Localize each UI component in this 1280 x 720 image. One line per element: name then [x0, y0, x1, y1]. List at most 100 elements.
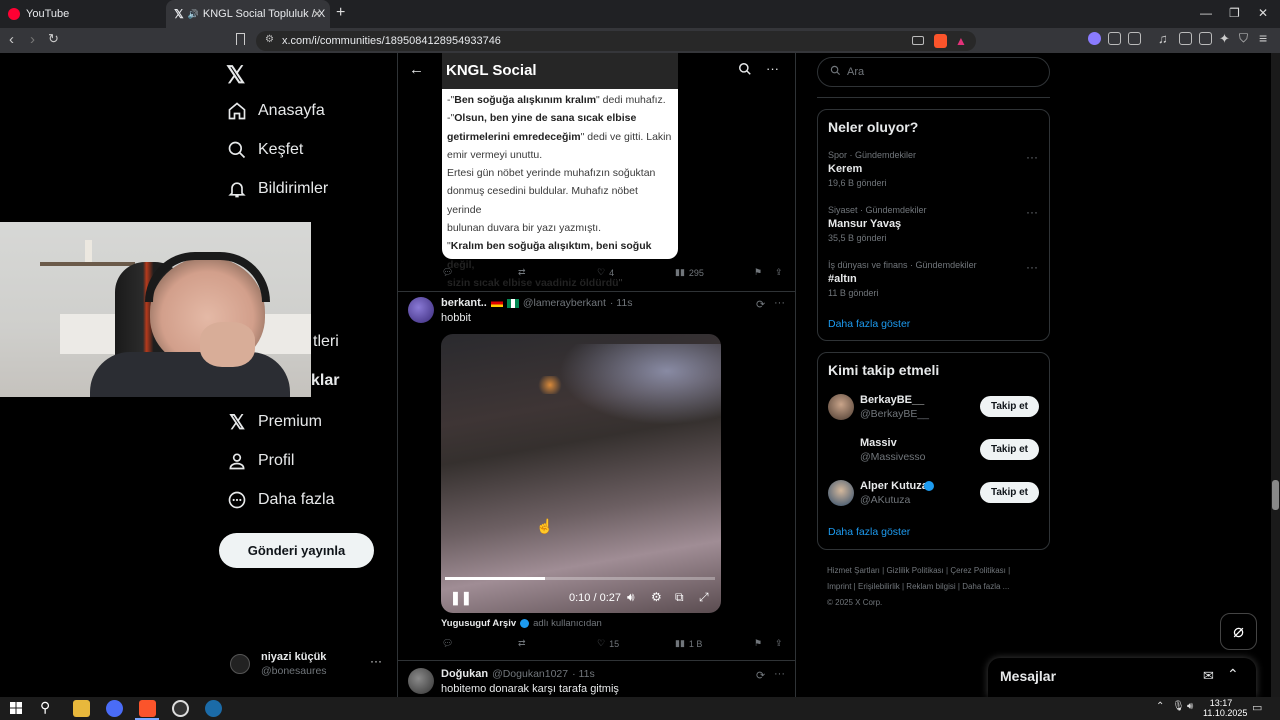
account-switcher[interactable]: niyazi küçük @bonesaures ···: [226, 648, 386, 680]
grok-button-icon[interactable]: ⌀: [1220, 613, 1257, 650]
close-tab-icon[interactable]: ✕: [312, 7, 322, 21]
like-button[interactable]: ♡ 4: [597, 267, 614, 278]
minimize-button[interactable]: —: [1200, 6, 1212, 20]
tab-youtube[interactable]: YouTube: [0, 0, 165, 28]
author-name[interactable]: Doğukan: [441, 668, 488, 680]
post-button[interactable]: Gönderi yayınla: [219, 533, 374, 568]
cast-icon[interactable]: [912, 36, 924, 45]
search-icon[interactable]: [738, 62, 752, 81]
more-icon[interactable]: ···: [774, 297, 785, 309]
back-icon[interactable]: ‹: [9, 31, 14, 48]
notifications-icon[interactable]: ▭: [1252, 701, 1262, 714]
reply-icon[interactable]: 💬︎: [442, 638, 453, 649]
nav-premium[interactable]: 𝕏 Premium: [226, 411, 322, 434]
picture-in-picture-icon[interactable]: ⧉: [675, 590, 684, 605]
search-box[interactable]: Ara: [817, 57, 1050, 87]
tray-chevron-icon[interactable]: ⌃: [1156, 701, 1164, 712]
trend-item[interactable]: Siyaset · Gündemdekiler Mansur Yavaş 35,…: [828, 205, 1040, 243]
video-player[interactable]: ❚❚ 0:10 / 0:27 🔊︎ ⚙ ⧉ ⤢: [441, 334, 721, 613]
trend-item[interactable]: İş dünyası ve finans · Gündemdekiler #al…: [828, 260, 1040, 298]
nav-lists-partial[interactable]: tleri: [313, 333, 339, 351]
author-handle[interactable]: @Dogukan1027: [492, 668, 568, 680]
tab-x-community[interactable]: 𝕏 🔊 KNGL Social Topluluk / X ✕: [166, 0, 330, 28]
new-message-icon[interactable]: ✉: [1203, 668, 1214, 684]
clock-date[interactable]: 11.10.2025: [1203, 708, 1247, 718]
nav-home[interactable]: Anasayfa: [226, 100, 325, 122]
avatar[interactable]: [408, 297, 434, 323]
nav-explore[interactable]: Keşfet: [226, 139, 303, 161]
address-bar[interactable]: ⚙ x.com/i/communities/189508412895493374…: [256, 31, 976, 51]
more-icon[interactable]: ···: [774, 668, 785, 680]
footer-link[interactable]: Imprint: [827, 582, 851, 591]
extensions-icon[interactable]: [1108, 32, 1121, 45]
repost-icon[interactable]: ⇄: [518, 638, 526, 649]
clock-time[interactable]: 13:17: [1205, 698, 1237, 708]
reload-icon[interactable]: ↻: [48, 31, 59, 47]
extension-icon[interactable]: [1088, 32, 1101, 45]
video-progress-track[interactable]: [445, 577, 715, 580]
windows-start-icon[interactable]: [10, 702, 22, 714]
show-more-link[interactable]: Daha fazla göster: [828, 318, 910, 330]
screenshot-icon[interactable]: [1128, 32, 1141, 45]
grok-icon[interactable]: ⟳: [756, 669, 765, 682]
close-window-button[interactable]: ✕: [1258, 6, 1268, 20]
speaker-icon[interactable]: 🔊︎: [1187, 701, 1193, 712]
more-icon[interactable]: ···: [1026, 150, 1038, 164]
footer-link[interactable]: Daha fazla ...: [962, 582, 1009, 591]
wallet-icon[interactable]: [1199, 32, 1212, 45]
like-button[interactable]: ♡ 15: [597, 638, 619, 649]
repost-icon[interactable]: ⇄: [518, 267, 526, 278]
scrollbar-track[interactable]: [1271, 53, 1280, 697]
share-icon[interactable]: ⇪: [775, 267, 783, 278]
vpn-icon[interactable]: ⛉: [1239, 31, 1248, 46]
views-button[interactable]: ▮▮ 295: [675, 267, 704, 278]
nav-profile[interactable]: Profil: [226, 450, 294, 472]
post-time[interactable]: · 11s: [610, 297, 633, 309]
pause-icon[interactable]: ❚❚: [450, 590, 472, 606]
site-settings-icon[interactable]: ⚙: [265, 34, 274, 45]
footer-link[interactable]: Erişilebilirlik: [858, 582, 900, 591]
more-icon[interactable]: ···: [1026, 260, 1038, 274]
discord-app-icon[interactable]: [106, 700, 123, 717]
bookmark-icon[interactable]: ⚑: [754, 638, 762, 649]
video-attribution[interactable]: Yugusuguf Arşiv adlı kullanıcıdan: [441, 618, 602, 629]
follow-button[interactable]: Takip et: [980, 439, 1039, 460]
settings-icon[interactable]: ⚙: [651, 590, 662, 604]
search-icon[interactable]: ⚲: [40, 699, 50, 716]
search-input[interactable]: Ara: [847, 66, 864, 78]
nav-notifications[interactable]: Bildirimler: [226, 178, 328, 200]
brave-rewards-icon[interactable]: ▲: [955, 34, 967, 48]
forward-icon[interactable]: ›: [30, 31, 35, 48]
avatar[interactable]: [408, 668, 434, 694]
microphone-icon[interactable]: 🎙︎: [1172, 701, 1185, 712]
more-icon[interactable]: ···: [766, 61, 779, 76]
post-time[interactable]: · 11s: [572, 668, 595, 680]
back-arrow-icon[interactable]: ←: [409, 61, 424, 78]
leo-ai-icon[interactable]: ✦: [1219, 31, 1230, 47]
show-more-link[interactable]: Daha fazla göster: [828, 526, 910, 538]
footer-link[interactable]: Çerez Politikası: [950, 566, 1006, 575]
follow-button[interactable]: Takip et: [980, 482, 1039, 503]
scrollbar-thumb[interactable]: [1272, 480, 1279, 510]
more-icon[interactable]: ···: [1026, 205, 1038, 219]
bookmark-icon[interactable]: [236, 33, 245, 45]
expand-icon[interactable]: ⌃: [1227, 666, 1239, 683]
reply-icon[interactable]: 💬︎: [442, 267, 453, 278]
x-home-logo-icon[interactable]: 𝕏: [226, 61, 245, 90]
brave-shields-icon[interactable]: [934, 34, 947, 48]
views-button[interactable]: ▮▮ 1 B: [675, 638, 702, 649]
restore-button[interactable]: ❐: [1229, 6, 1240, 20]
file-explorer-icon[interactable]: [73, 700, 90, 717]
footer-link[interactable]: Reklam bilgisi: [906, 582, 955, 591]
new-tab-button[interactable]: +: [336, 4, 345, 22]
menu-icon[interactable]: ≡: [1259, 30, 1267, 46]
steam-icon[interactable]: [205, 700, 222, 717]
sidebar-icon[interactable]: [1179, 32, 1192, 45]
nav-communities-partial[interactable]: klar: [311, 372, 339, 390]
author-name[interactable]: berkant..: [441, 297, 487, 309]
nav-more[interactable]: Daha fazla: [226, 489, 335, 511]
brave-browser-icon[interactable]: [139, 700, 156, 717]
trend-item[interactable]: Spor · Gündemdekiler Kerem 19,6 B gönder…: [828, 150, 1040, 188]
fullscreen-icon[interactable]: ⤢: [699, 590, 709, 605]
messages-drawer[interactable]: Mesajlar ✉ ⌃: [988, 658, 1256, 697]
